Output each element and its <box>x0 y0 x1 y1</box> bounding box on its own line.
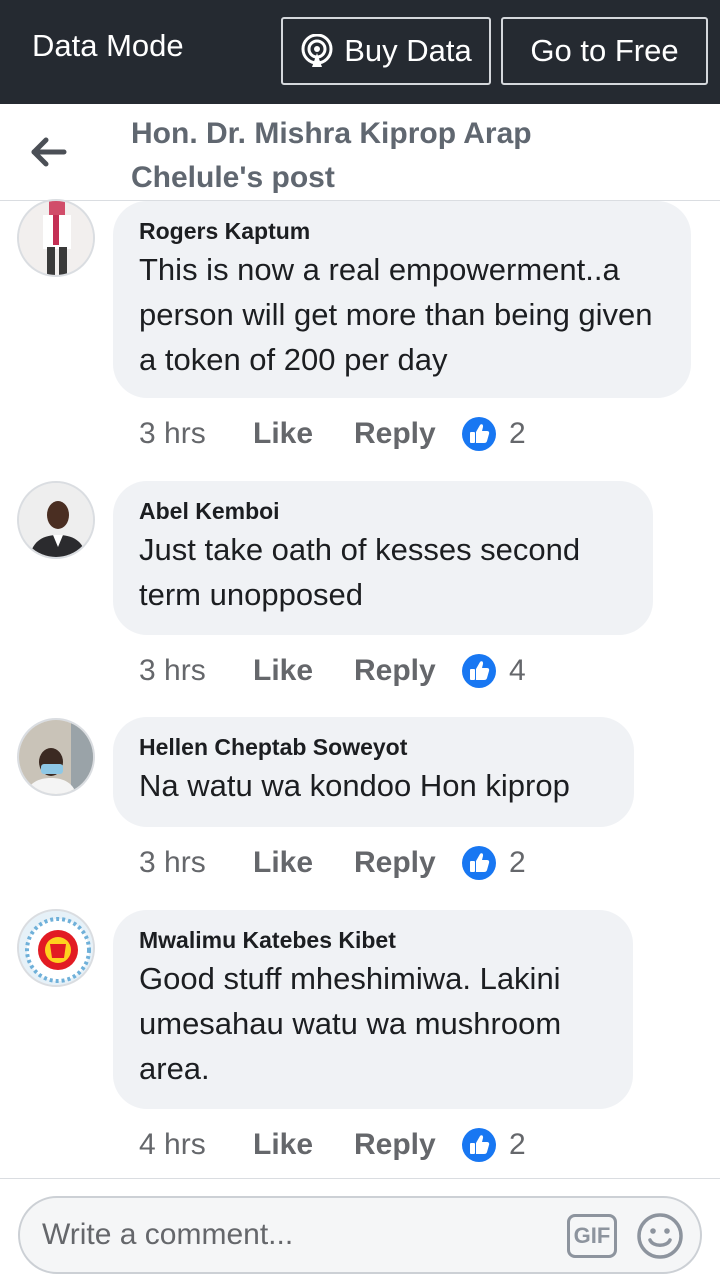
like-button[interactable]: Like <box>253 846 354 880</box>
thumbs-up-icon <box>462 417 496 451</box>
comment-author[interactable]: Rogers Kaptum <box>139 219 665 243</box>
comment-author[interactable]: Hellen Cheptab Soweyot <box>139 735 608 759</box>
comment-time[interactable]: 3 hrs <box>139 654 253 688</box>
comment-actions: 3 hrs Like Reply 2 <box>139 843 526 883</box>
comment-text: Na watu wa kondoo Hon kiprop <box>139 768 570 803</box>
comment-placeholder: Write a comment... <box>42 1218 294 1251</box>
reaction-count-value: 4 <box>509 654 526 687</box>
thumbs-up-icon <box>462 654 496 688</box>
comment-bubble: Rogers Kaptum This is now a real empower… <box>113 201 691 398</box>
comment-author[interactable]: Abel Kemboi <box>139 499 627 523</box>
broadcast-icon <box>301 34 333 67</box>
comment-input[interactable]: Write a comment... GIF <box>18 1196 702 1274</box>
like-button[interactable]: Like <box>253 654 354 688</box>
reply-button[interactable]: Reply <box>354 846 462 880</box>
comment-time[interactable]: 3 hrs <box>139 417 253 451</box>
post-header: Hon. Dr. Mishra Kiprop Arap Chelule's po… <box>0 104 720 201</box>
data-mode-label: Data Mode <box>32 28 184 63</box>
reaction-count[interactable]: 2 <box>462 846 526 880</box>
reaction-count-value: 2 <box>509 846 526 879</box>
page-title: Hon. Dr. Mishra Kiprop Arap Chelule's po… <box>131 117 532 194</box>
reaction-count[interactable]: 4 <box>462 654 526 688</box>
reply-button[interactable]: Reply <box>354 417 462 451</box>
comment-text: Just take oath of kesses second term uno… <box>139 532 581 612</box>
comment-bubble: Mwalimu Katebes Kibet Good stuff mheshim… <box>113 910 633 1109</box>
reply-button[interactable]: Reply <box>354 1128 462 1162</box>
comment-actions: 3 hrs Like Reply 4 <box>139 651 526 691</box>
avatar[interactable] <box>17 481 95 559</box>
comment-time[interactable]: 3 hrs <box>139 846 253 880</box>
go-to-free-button[interactable]: Go to Free <box>501 17 708 85</box>
comment-text: This is now a real empowerment..a person… <box>139 252 653 377</box>
reaction-count[interactable]: 2 <box>462 417 526 451</box>
comment-bubble: Hellen Cheptab Soweyot Na watu wa kondoo… <box>113 717 634 827</box>
buy-data-label: Buy Data <box>344 33 472 68</box>
like-button[interactable]: Like <box>253 417 354 451</box>
back-arrow-icon[interactable] <box>28 132 68 172</box>
avatar[interactable] <box>17 718 95 796</box>
buy-data-button[interactable]: Buy Data <box>281 17 491 85</box>
reply-button[interactable]: Reply <box>354 654 462 688</box>
comment-author[interactable]: Mwalimu Katebes Kibet <box>139 928 607 952</box>
reaction-count-value: 2 <box>509 417 526 450</box>
avatar[interactable] <box>17 199 95 277</box>
comment-actions: 3 hrs Like Reply 2 <box>139 414 526 454</box>
avatar[interactable] <box>17 909 95 987</box>
data-mode-bar: Data Mode Buy Data Go to Free <box>0 0 720 104</box>
thumbs-up-icon <box>462 846 496 880</box>
comment-actions: 4 hrs Like Reply 2 <box>139 1125 526 1165</box>
like-button[interactable]: Like <box>253 1128 354 1162</box>
comment-bubble: Abel Kemboi Just take oath of kesses sec… <box>113 481 653 635</box>
reaction-count-value: 2 <box>509 1128 526 1161</box>
go-to-free-label: Go to Free <box>530 33 679 68</box>
comment-time[interactable]: 4 hrs <box>139 1128 253 1162</box>
thumbs-up-icon <box>462 1128 496 1162</box>
comment-text: Good stuff mheshimiwa. Lakini umesahau w… <box>139 961 562 1086</box>
gif-button[interactable]: GIF <box>567 1214 617 1258</box>
reaction-count[interactable]: 2 <box>462 1128 526 1162</box>
comment-composer: Write a comment... GIF <box>0 1178 720 1279</box>
smiley-icon[interactable] <box>636 1212 684 1260</box>
